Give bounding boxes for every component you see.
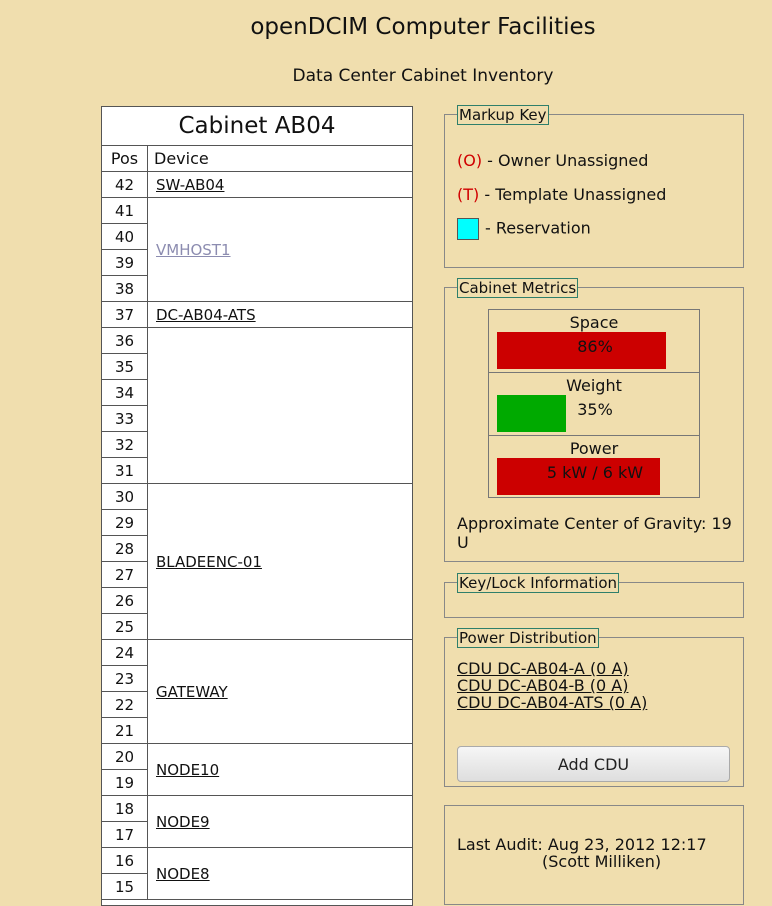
audit-user: (Scott Milliken)	[542, 852, 662, 871]
device-cell: BLADEENC-01	[148, 484, 412, 640]
key-lock-panel: Key/Lock Information	[444, 573, 744, 618]
rack-position: 18	[102, 796, 148, 822]
weight-value: 35%	[577, 400, 613, 419]
cdu-link-b[interactable]: CDU DC-AB04-B (0 A)	[457, 677, 628, 694]
rack-position: 40	[102, 224, 148, 250]
rack-position: 32	[102, 432, 148, 458]
cabinet-metrics-legend: Cabinet Metrics	[457, 278, 579, 298]
template-tag: (T)	[457, 185, 480, 204]
rack-position: 22	[102, 692, 148, 718]
rack-position: 41	[102, 198, 148, 224]
rack-position: 30	[102, 484, 148, 510]
owner-unassigned-key: (O) - Owner Unassigned	[457, 151, 648, 170]
device-cell: NODE10	[148, 744, 412, 796]
cdu-link-a[interactable]: CDU DC-AB04-A (0 A)	[457, 660, 629, 677]
power-label: Power	[569, 439, 619, 458]
reservation-key: - Reservation	[457, 218, 591, 240]
rack-position: 17	[102, 822, 148, 848]
rack-position: 16	[102, 848, 148, 874]
device-link[interactable]: VMHOST1	[156, 241, 231, 259]
owner-text: - Owner Unassigned	[482, 151, 649, 170]
owner-tag: (O)	[457, 151, 483, 170]
device-cell: VMHOST1	[148, 198, 412, 302]
rack-position: 20	[102, 744, 148, 770]
rack-position: 39	[102, 250, 148, 276]
device-link[interactable]: DC-AB04-ATS	[156, 306, 256, 324]
device-link[interactable]: GATEWAY	[156, 683, 228, 701]
rack-position: 25	[102, 614, 148, 640]
rack-position: 29	[102, 510, 148, 536]
cabinet-table: Cabinet AB04 Pos Device 42 41 40 39 38 37 36 35…	[101, 106, 413, 906]
power-value: 5 kW / 6 kW	[546, 463, 644, 482]
cabinet-header-row: Pos Device	[102, 146, 412, 172]
rack-position: 21	[102, 718, 148, 744]
power-metric: Power 5 kW / 6 kW	[489, 436, 699, 499]
rack-position: 28	[102, 536, 148, 562]
rack-position: 34	[102, 380, 148, 406]
rack-position: 15	[102, 874, 148, 900]
device-cell: SW-AB04	[148, 172, 412, 198]
rack-position: 42	[102, 172, 148, 198]
space-metric: Space 86%	[489, 310, 699, 373]
weight-metric: Weight 35%	[489, 373, 699, 436]
device-link[interactable]: NODE10	[156, 761, 219, 779]
page-subtitle: Data Center Cabinet Inventory	[292, 66, 554, 86]
space-value: 86%	[577, 337, 613, 356]
power-distribution-panel: Power Distribution CDU DC-AB04-A (0 A) C…	[444, 628, 744, 787]
rack-position: 31	[102, 458, 148, 484]
markup-key-panel: Markup Key (O) - Owner Unassigned (T) - …	[444, 105, 744, 268]
reservation-swatch	[457, 218, 479, 240]
cabinet-title: Cabinet AB04	[102, 107, 412, 146]
rack-position: 33	[102, 406, 148, 432]
device-cell: GATEWAY	[148, 640, 412, 744]
device-link[interactable]: NODE9	[156, 813, 210, 831]
power-distribution-legend: Power Distribution	[457, 628, 599, 648]
add-cdu-button[interactable]: Add CDU	[457, 746, 730, 782]
device-link[interactable]: BLADEENC-01	[156, 553, 262, 571]
device-link[interactable]: SW-AB04	[156, 176, 224, 194]
column-header-pos: Pos	[102, 146, 148, 171]
cdu-link-ats[interactable]: CDU DC-AB04-ATS (0 A)	[457, 694, 647, 711]
rack-position: 26	[102, 588, 148, 614]
metrics-table: Space 86% Weight 35% Power 5 kW / 6 kW	[488, 309, 700, 498]
column-header-device: Device	[154, 149, 209, 168]
cabinet-metrics-panel: Cabinet Metrics Space 86% Weight 35% Pow…	[444, 278, 744, 562]
rack-position: 23	[102, 666, 148, 692]
rack-position: 38	[102, 276, 148, 302]
device-cell: DC-AB04-ATS	[148, 302, 412, 328]
space-label: Space	[569, 313, 619, 332]
device-cell	[148, 328, 412, 484]
device-cell: NODE8	[148, 848, 412, 900]
weight-label: Weight	[566, 376, 622, 395]
markup-key-legend: Markup Key	[457, 105, 549, 125]
key-lock-legend: Key/Lock Information	[457, 573, 620, 593]
center-of-gravity: Approximate Center of Gravity: 19 U	[457, 514, 732, 552]
device-cell: NODE9	[148, 796, 412, 848]
template-text: - Template Unassigned	[479, 185, 667, 204]
rack-position: 19	[102, 770, 148, 796]
rack-position: 24	[102, 640, 148, 666]
rack-position: 36	[102, 328, 148, 354]
rack-position: 37	[102, 302, 148, 328]
audit-panel: Last Audit: Aug 23, 2012 12:17 (Scott Mi…	[444, 805, 744, 905]
reservation-text: - Reservation	[485, 218, 591, 238]
template-unassigned-key: (T) - Template Unassigned	[457, 185, 666, 204]
rack-position: 35	[102, 354, 148, 380]
page-title: openDCIM Computer Facilities	[250, 14, 596, 40]
rack-position: 27	[102, 562, 148, 588]
